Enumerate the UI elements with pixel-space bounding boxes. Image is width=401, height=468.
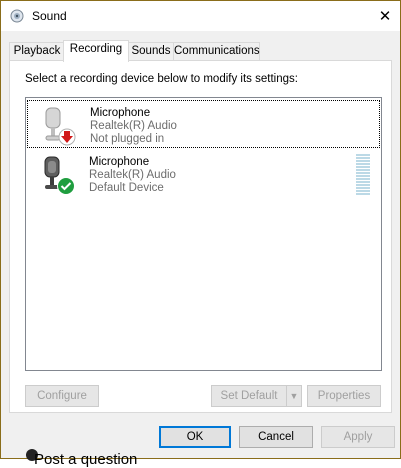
sound-dialog: Sound ✕ Playback Recording Sounds Commun… <box>0 0 401 459</box>
instruction-text: Select a recording device below to modif… <box>25 73 298 85</box>
speaker-app-icon <box>10 9 24 23</box>
device-status: Not plugged in <box>90 133 165 145</box>
device-status: Default Device <box>89 182 164 194</box>
microphone-unplugged-icon <box>45 107 76 146</box>
microphone-icon <box>44 156 75 195</box>
tab-communications[interactable]: Communications <box>173 42 260 61</box>
properties-button[interactable]: Properties <box>307 385 381 407</box>
window-title: Sound <box>32 9 67 23</box>
device-item[interactable]: Microphone Realtek(R) Audio Not plugged … <box>27 100 380 148</box>
configure-button[interactable]: Configure <box>25 385 99 407</box>
device-driver: Realtek(R) Audio <box>90 120 177 132</box>
device-name: Microphone <box>89 156 150 168</box>
tab-sounds[interactable]: Sounds <box>127 42 175 61</box>
recording-panel: Select a recording device below to modif… <box>9 60 392 413</box>
tab-recording[interactable]: Recording <box>63 40 129 62</box>
level-meter <box>356 154 370 196</box>
apply-button[interactable]: Apply <box>321 426 395 448</box>
background-page-text: Post a question <box>34 451 138 468</box>
device-item[interactable]: Microphone Realtek(R) Audio Default Devi… <box>27 150 378 196</box>
device-list[interactable]: Microphone Realtek(R) Audio Not plugged … <box>25 97 382 371</box>
ok-button[interactable]: OK <box>159 426 231 448</box>
device-name: Microphone <box>90 107 151 119</box>
chevron-down-icon[interactable]: ▼ <box>286 385 302 407</box>
tab-playback[interactable]: Playback <box>9 42 65 61</box>
device-driver: Realtek(R) Audio <box>89 169 176 181</box>
cancel-button[interactable]: Cancel <box>239 426 313 448</box>
title-bar: Sound ✕ <box>1 1 400 31</box>
set-default-button[interactable]: Set Default <box>211 385 287 407</box>
close-icon[interactable]: ✕ <box>370 1 400 31</box>
